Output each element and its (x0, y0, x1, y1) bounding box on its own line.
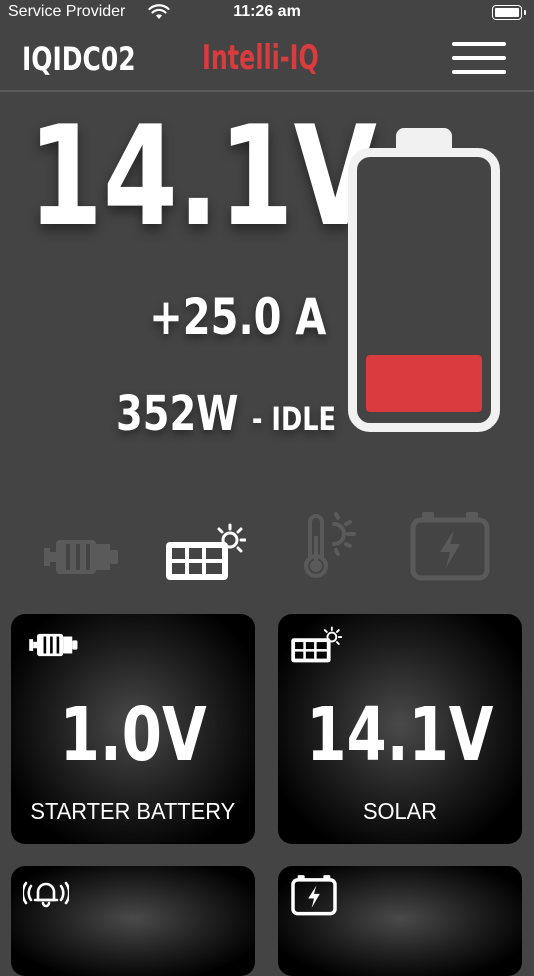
app-header: IQIDC02 Intelli-IQ (0, 26, 534, 92)
starter-battery-card[interactable]: 1.0V STARTER BATTERY (11, 614, 255, 844)
solar-panel-icon (291, 626, 342, 663)
alarm-card[interactable] (11, 866, 255, 976)
charging-card[interactable] (278, 866, 522, 976)
alarm-bell-icon (23, 881, 69, 908)
solar-card[interactable]: 14.1V SOLAR (278, 614, 522, 844)
starter-battery-label: STARTER BATTERY (30, 798, 236, 824)
source-selector (0, 510, 534, 582)
device-name[interactable]: IQIDC02 (22, 40, 136, 78)
battery-full-icon (492, 5, 526, 20)
charge-state: - IDLE (251, 400, 336, 438)
solar-voltage: 14.1V (306, 692, 494, 778)
clock: 11:26 am (233, 3, 301, 20)
solar-label: SOLAR (362, 798, 438, 824)
engine-icon (29, 633, 78, 657)
battery-fill (366, 355, 482, 412)
hamburger-menu-icon[interactable] (452, 42, 506, 76)
voltage-readout: 14.1V (28, 96, 377, 257)
battery-charging-icon[interactable] (410, 510, 490, 582)
battery-charging-icon (291, 875, 337, 916)
charging-value (278, 950, 522, 976)
engine-icon[interactable] (44, 534, 120, 580)
battery-level-gauge (348, 128, 500, 432)
thermometer-sun-icon[interactable] (296, 510, 360, 580)
alarm-value (11, 950, 255, 976)
status-bar: Service Provider 11:26 am (0, 0, 534, 26)
brand-logo: Intelli-IQ (202, 38, 319, 78)
power-value: 352W (116, 386, 239, 442)
solar-panel-icon[interactable] (164, 520, 246, 582)
starter-battery-voltage: 1.0V (59, 692, 207, 778)
current-readout: +25.0 A (148, 288, 326, 346)
power-readout: 352W - IDLE (116, 390, 336, 438)
